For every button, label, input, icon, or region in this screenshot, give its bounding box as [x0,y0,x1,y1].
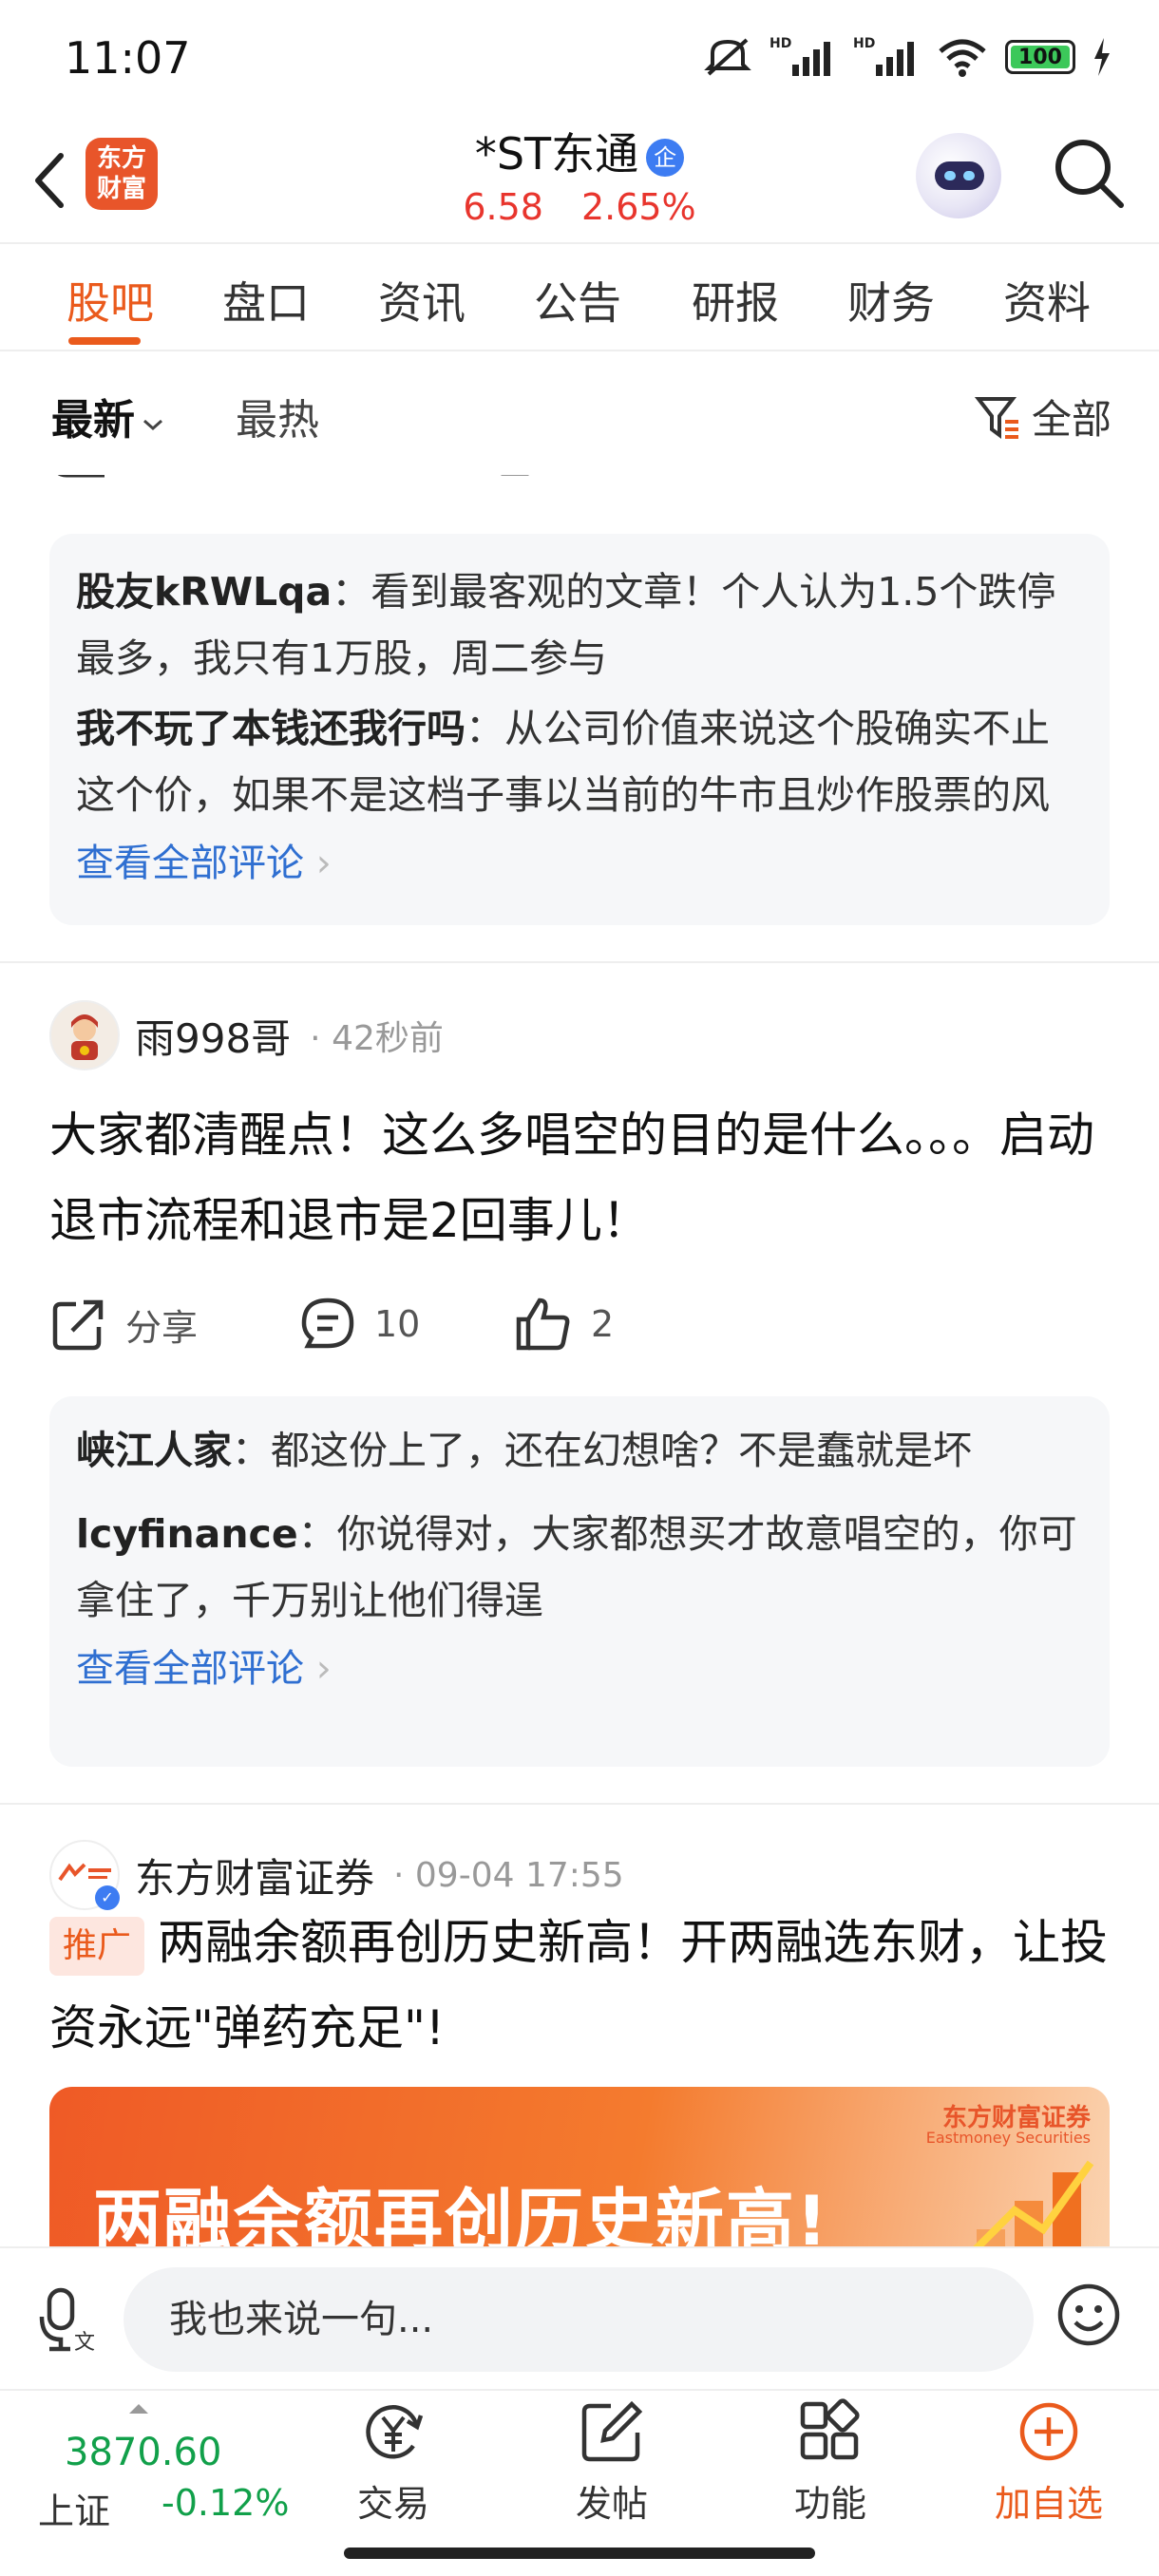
signal-icon: HD [853,36,914,76]
edit-icon [581,2400,643,2462]
filter-icon [974,396,1018,439]
tab-guba[interactable]: 股吧 [66,269,154,331]
active-tab-indicator [68,337,141,345]
post-author[interactable]: 雨998哥 [135,1007,291,1065]
comment-count: 10 [374,1303,421,1345]
voice-input-icon[interactable]: 文 [36,2286,97,2353]
promo-banner-image[interactable]: 两融余额再创历史新高! 东方财富证券 Eastmoney Securities [49,2087,1110,2246]
nav-label: 发帖 [575,2483,648,2525]
share-icon [52,1299,104,1351]
wifi-icon [939,39,986,77]
comment-user[interactable]: 我不玩了本钱还我行吗 [76,706,466,751]
comment-item: 股友kRWLqa：看到最客观的文章！个人认为1.5个跌停最多，我只有1万股，周二… [76,559,1083,691]
battery-level: 100 [1018,45,1062,69]
comment-input[interactable] [124,2267,1034,2372]
like-count: 2 [591,1303,615,1345]
comment-item: lcyfinance：你说得对，大家都想买才故意唱空的，你可拿住了，千万别让他们… [76,1501,1083,1634]
stock-price: 6.58 [463,186,543,228]
share-label: 分享 [125,1306,199,1349]
tab-finance[interactable]: 财务 [847,269,935,331]
battery-icon: 100 [1005,40,1075,74]
enterprise-badge: 企 [646,138,685,177]
comment-preview-box-continued: lcyfinance：你说得对，大家都想买才故意唱空的，你可拿住了，千万别让他们… [49,1491,1110,1767]
nav-label: 交易 [356,2483,429,2525]
like-button[interactable]: 2 [515,1297,614,1352]
tab-news[interactable]: 资讯 [378,269,466,331]
post-content[interactable]: 推广 两融余额再创历史新高！开两融选东财，让投资永远"弹药充足"! [49,1900,1110,2071]
post-time: · 42秒前 [310,1019,444,1058]
post-actions: 分享 10 2 [51,1297,614,1352]
nav-label: 加自选 [994,2483,1103,2525]
comment-user[interactable]: lcyfinance [76,1511,298,1557]
home-indicator[interactable] [344,2548,815,2559]
comment-text: ：都这份上了，还在幻想啥？不是蠢就是坏 [232,1428,972,1473]
sort-hottest[interactable]: 最热 [236,386,319,446]
post-content[interactable]: 大家都清醒点！这么多唱空的目的是什么。。。启动退市流程和退市是2回事儿！ [49,1092,1110,1263]
signal-icon: HD [770,36,830,76]
tab-pankou[interactable]: 盘口 [222,269,310,331]
emoji-icon[interactable] [1054,2281,1123,2349]
post-author[interactable]: 东方财富证券 [135,1847,374,1904]
post-feed[interactable]: 股友kRWLqa：看到最客观的文章！个人认为1.5个跌停最多，我只有1万股，周二… [0,446,1159,2246]
stock-name: *ST东通 [474,128,639,180]
chevron-down-icon [143,419,162,431]
view-all-comments-link[interactable]: 查看全部评论 › [76,832,1083,887]
nav-features[interactable]: 功能 [764,2398,897,2525]
promo-badge: 推广 [49,1916,145,1976]
status-bar: 11:07 HD HD 100 [0,0,1159,119]
grid-icon [800,2398,860,2460]
svg-text:HD: HD [853,36,875,51]
comment-button[interactable]: 10 [300,1297,515,1352]
nav-label: 功能 [793,2483,866,2525]
comment-icon [301,1297,354,1349]
mute-icon [704,38,751,76]
nav-add-watchlist[interactable]: 加自选 [982,2398,1115,2525]
growth-chart-graphic [973,2160,1094,2246]
comment-preview-box: 股友kRWLqa：看到最客观的文章！个人认为1.5个跌停最多，我只有1万股，周二… [49,534,1110,925]
svg-text:HD: HD [770,36,791,51]
divider [0,961,1159,963]
comment-user[interactable]: 峡江人家 [76,1428,232,1473]
divider [0,1803,1159,1805]
stock-change: 2.65% [580,186,696,228]
sort-latest[interactable]: 最新 [51,386,165,446]
comment-item: 峡江人家：都这份上了，还在幻想啥？不是蠢就是坏 [76,1421,1083,1480]
market-index[interactable]: 3870.60 上证 -0.12% [38,2404,304,2532]
comment-user[interactable]: 股友kRWLqa [76,569,332,615]
sort-filter-bar: 最新 最热 全部 [0,351,1159,475]
view-all-comments-link[interactable]: 查看全部评论 › [76,1638,1083,1693]
post-header: 雨998哥 · 42秒前 [49,1000,444,1070]
status-time: 11:07 [65,32,191,84]
avatar[interactable] [49,1000,120,1070]
expand-caret-icon [129,2404,148,2414]
banner-headline: 两融余额再创历史新高! [93,2181,829,2246]
tab-research[interactable]: 研报 [692,269,779,331]
status-icons: HD HD 100 [703,36,1112,78]
post-time: · 09-04 17:55 [393,1855,624,1895]
trade-icon [366,2405,424,2459]
nav-post[interactable]: 发帖 [545,2398,678,2525]
share-button[interactable]: 分享 [51,1297,300,1352]
charging-icon [1094,38,1110,76]
search-icon[interactable] [1051,135,1127,211]
filter-button[interactable]: 全部 [974,388,1112,445]
svg-text:文: 文 [74,2331,95,2353]
bottom-nav: 3870.60 上证 -0.12% 交易 发帖 功能 加自选 [0,2389,1159,2532]
index-change: -0.12% [162,2482,290,2524]
tab-announcements[interactable]: 公告 [534,269,621,331]
tab-profile[interactable]: 资料 [1003,269,1091,331]
index-name: 上证 [38,2491,111,2532]
index-value: 3870.60 [65,2431,222,2474]
thumbs-up-icon [516,1297,570,1351]
post-text: 两融余额再创历史新高！开两融选东财，让投资永远"弹药充足"! [49,1915,1109,2055]
filter-label: 全部 [1031,396,1112,443]
stock-tabs: 股吧 盘口 资讯 公告 研报 财务 资料 [0,242,1159,351]
ai-assistant-icon[interactable] [916,133,1001,218]
nav-trade[interactable]: 交易 [327,2398,460,2525]
comment-item: 我不玩了本钱还我行吗：从公司价值来说这个股确实不止这个价，如果不是这档子事以当前… [76,695,1083,828]
stock-header: 东方财富 *ST东通企 6.58 2.65% [0,114,1159,242]
comment-input-bar: 文 [0,2246,1159,2389]
add-circle-icon [1019,2402,1078,2461]
